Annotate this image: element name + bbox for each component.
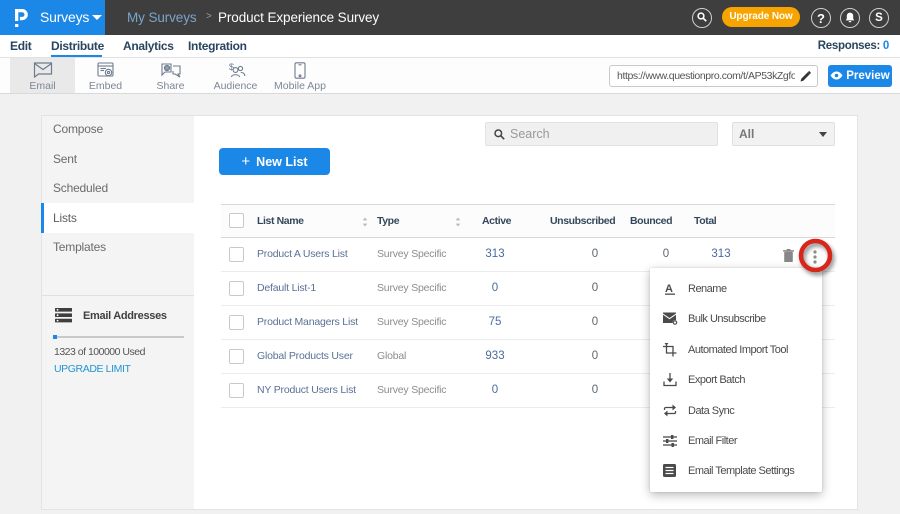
svg-text:A: A [665, 283, 673, 295]
